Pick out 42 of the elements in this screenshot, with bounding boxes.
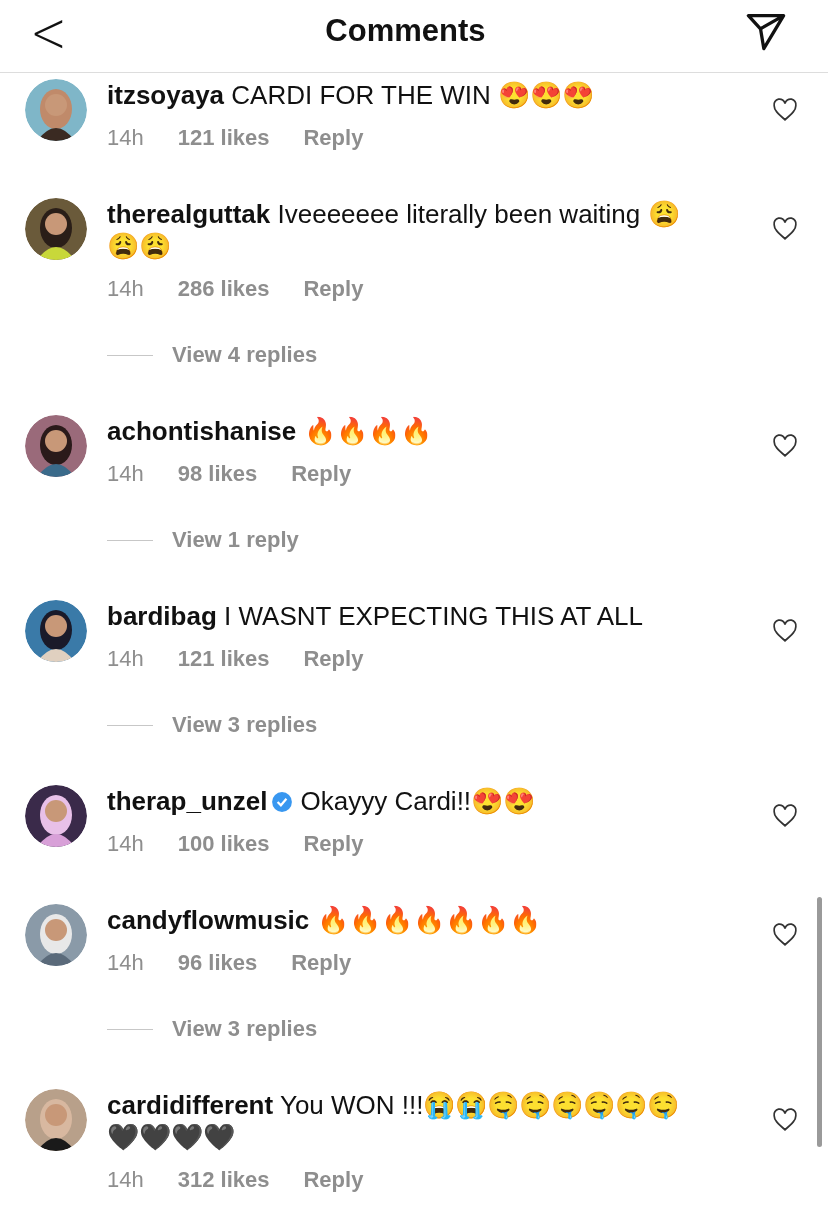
comment-text: candyflowmusic 🔥🔥🔥🔥🔥🔥🔥: [107, 904, 542, 936]
comment-text: therap_unzel Okayyy Cardi!!😍😍: [107, 785, 537, 817]
reply-button[interactable]: Reply: [303, 276, 364, 302]
view-replies-link[interactable]: View 3 replies: [172, 1016, 318, 1042]
likes-link[interactable]: 100 likes: [177, 831, 270, 857]
comment-time: 14h: [107, 646, 144, 672]
likes-link[interactable]: 312 likes: [177, 1167, 270, 1193]
comment-time: 14h: [107, 1167, 144, 1193]
page-title: Comments: [325, 13, 486, 49]
verified-badge-icon: [271, 791, 294, 813]
comment-time: 14h: [107, 950, 144, 976]
heart-icon[interactable]: [772, 803, 798, 829]
comment-text: therealguttak Iveeeeeee literally been waiting 😩😩😩: [107, 198, 681, 262]
comment-time: 14h: [107, 276, 144, 302]
reply-button[interactable]: Reply: [303, 831, 364, 857]
view-replies-link[interactable]: View 4 replies: [172, 342, 318, 368]
back-button[interactable]: <: [30, 0, 67, 65]
comment-text: cardidifferent You WON !!!😭😭🤤🤤🤤🤤🤤🤤🖤🖤🖤🖤: [107, 1089, 681, 1153]
reply-button[interactable]: Reply: [291, 461, 352, 487]
comment-time: 14h: [107, 831, 144, 857]
comment-text: bardibag I WASNT EXPECTING THIS AT ALL: [107, 600, 645, 632]
likes-link[interactable]: 98 likes: [177, 461, 258, 487]
heart-icon[interactable]: [772, 216, 798, 242]
comment-time: 14h: [107, 461, 144, 487]
comment-text: itzsoyaya CARDI FOR THE WIN 😍😍😍: [107, 79, 596, 111]
likes-link[interactable]: 286 likes: [177, 276, 270, 302]
reply-button[interactable]: Reply: [303, 646, 364, 672]
comment-time: 14h: [107, 125, 144, 151]
reply-button[interactable]: Reply: [291, 950, 352, 976]
likes-link[interactable]: 121 likes: [177, 125, 270, 151]
heart-icon[interactable]: [772, 433, 798, 459]
heart-icon[interactable]: [772, 922, 798, 948]
reply-button[interactable]: Reply: [303, 1167, 364, 1193]
reply-button[interactable]: Reply: [303, 125, 364, 151]
comment-text: achontishanise 🔥🔥🔥🔥: [107, 415, 433, 447]
heart-icon[interactable]: [772, 1107, 798, 1133]
heart-icon[interactable]: [772, 97, 798, 123]
view-replies-link[interactable]: View 3 replies: [172, 712, 318, 738]
view-replies-link[interactable]: View 1 reply: [172, 527, 299, 553]
heart-icon[interactable]: [772, 618, 798, 644]
likes-link[interactable]: 121 likes: [177, 646, 270, 672]
likes-link[interactable]: 96 likes: [177, 950, 258, 976]
